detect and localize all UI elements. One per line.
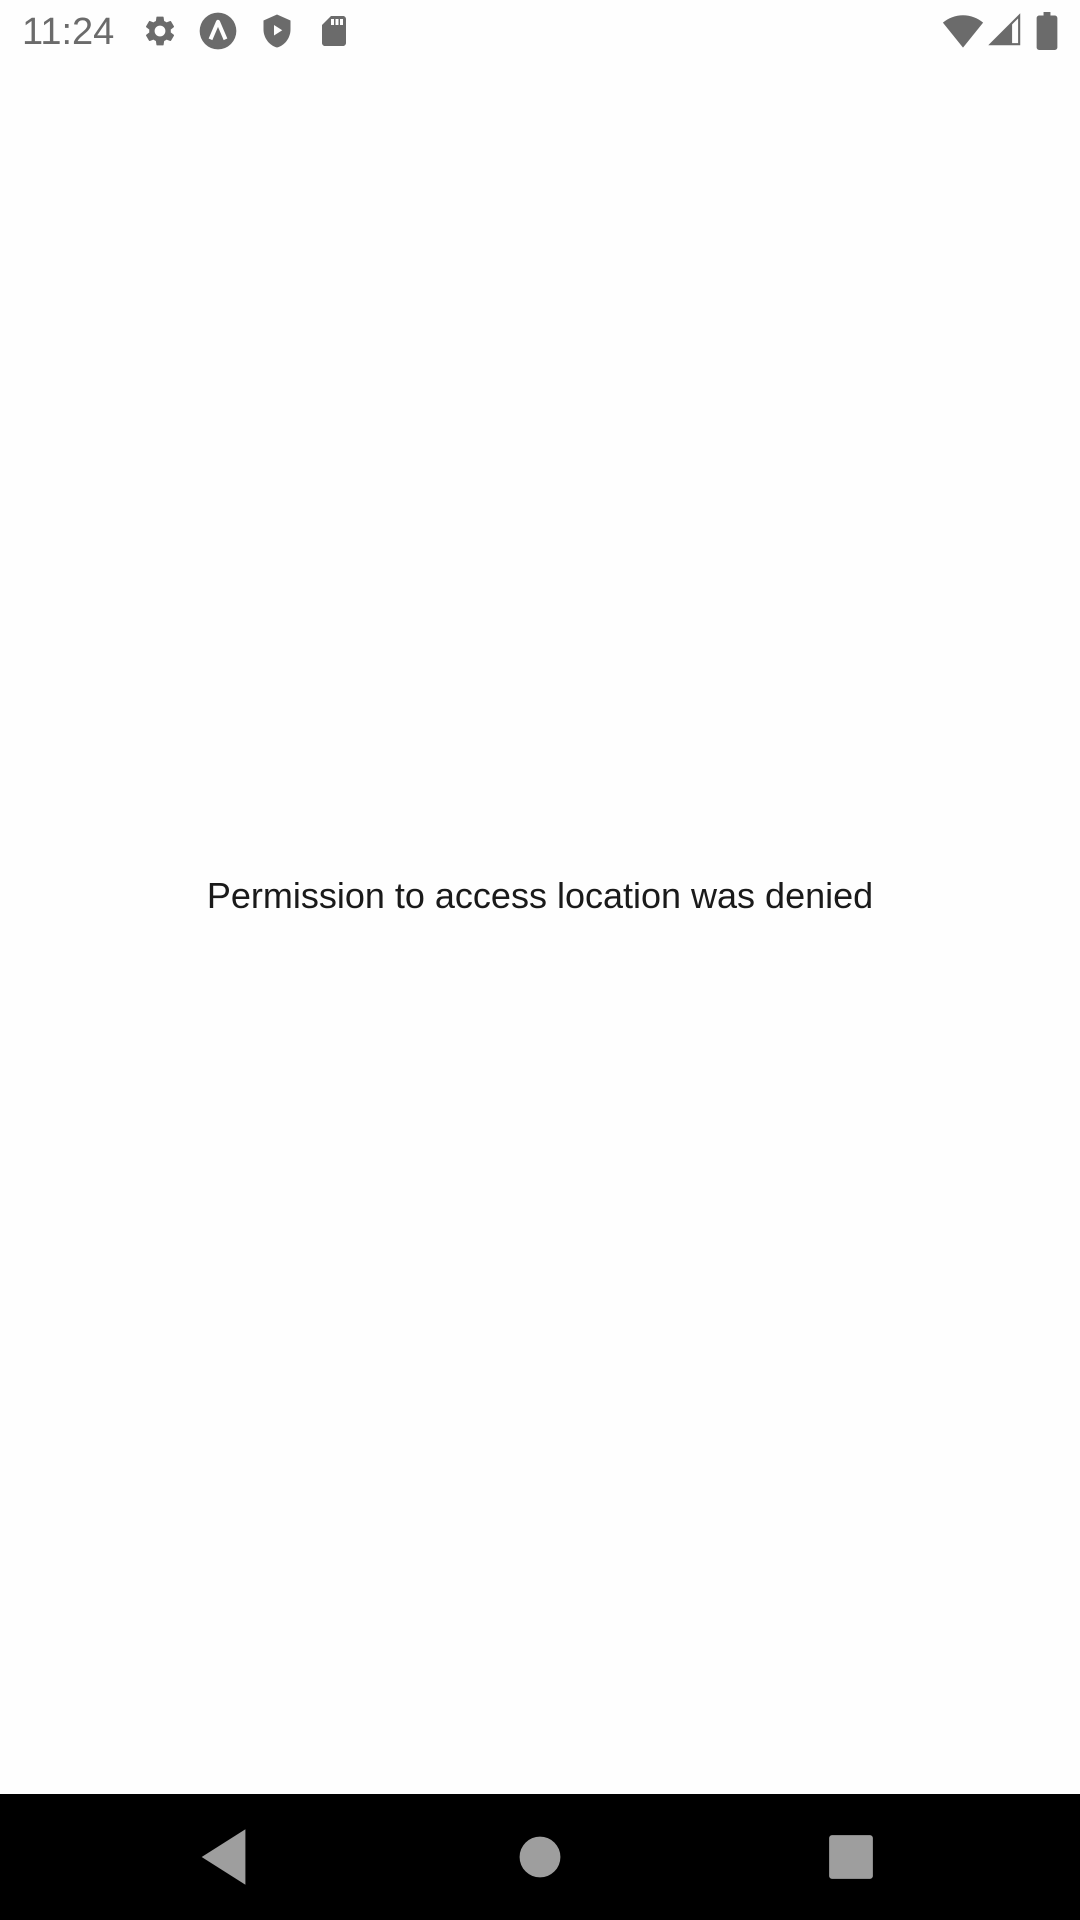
home-icon [519,1836,561,1878]
screen: 11:24 Permission to access location was … [0,0,1080,1920]
shield-play-icon [259,13,295,49]
battery-icon [1036,12,1058,50]
launcher-icon [198,11,238,51]
back-button[interactable] [190,1822,260,1892]
main-content: Permission to access location was denied [0,63,1080,1793]
status-bar: 11:24 [0,0,1080,63]
sd-card-icon [316,13,352,49]
wifi-icon [942,13,984,49]
recents-button[interactable] [816,1822,886,1892]
back-icon [201,1829,246,1885]
navigation-bar [0,1794,1080,1920]
recents-icon [829,1835,873,1879]
gear-icon [142,13,178,49]
permission-denied-message: Permission to access location was denied [206,875,874,916]
cell-signal-icon [988,13,1022,47]
home-button[interactable] [505,1822,575,1892]
status-time: 11:24 [22,11,115,53]
